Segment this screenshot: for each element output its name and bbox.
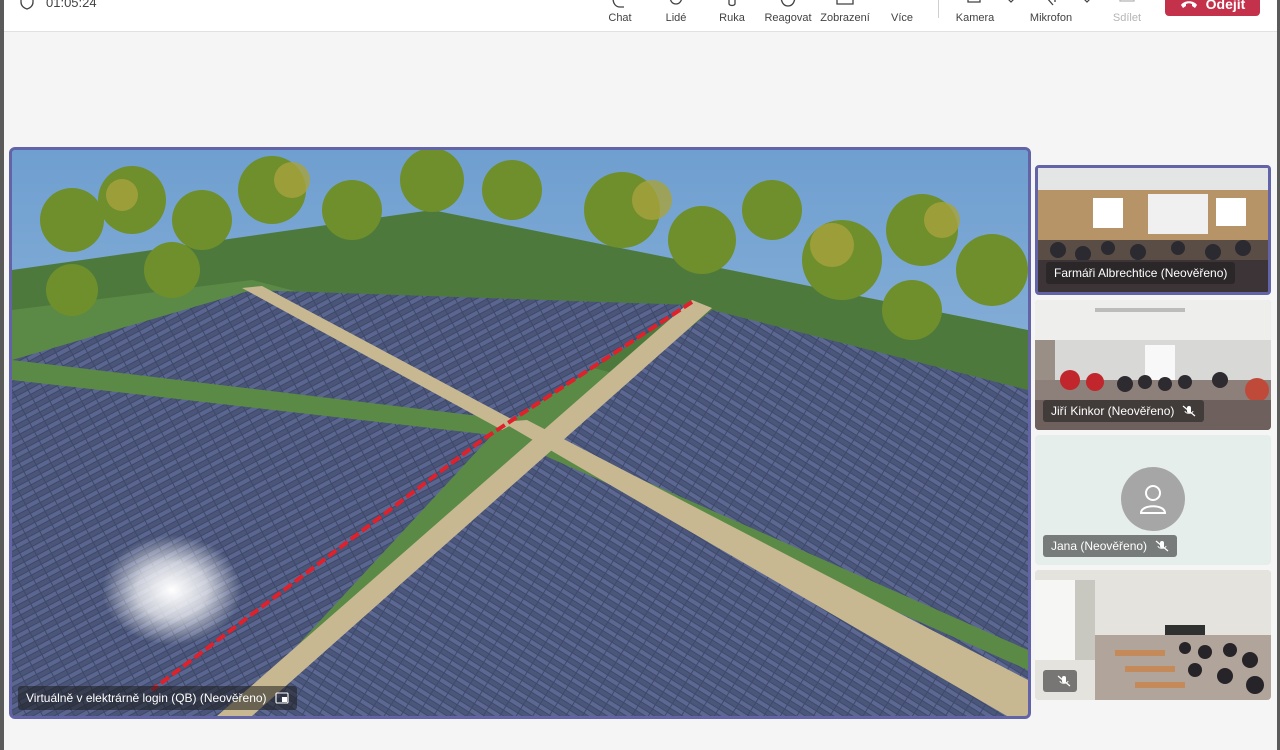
participant-tile-1[interactable]: Farmáři Albrechtice (Neověřeno) [1035, 165, 1271, 295]
leave-button[interactable]: Odejít [1165, 0, 1260, 16]
camera-label: Kamera [955, 12, 995, 24]
people-icon [669, 0, 683, 5]
react-button[interactable]: Reagovat [756, 0, 820, 28]
mic-off-icon [1182, 405, 1196, 417]
mic-label: Mikrofon [1029, 12, 1073, 24]
view-button[interactable]: Zobrazení [813, 0, 877, 28]
camera-button[interactable]: Kamera [943, 0, 1007, 28]
emoji-icon [780, 0, 796, 7]
microphone-button[interactable]: Mikrofon [1019, 0, 1083, 28]
chat-label: Chat [608, 12, 632, 24]
shield-icon [20, 0, 34, 10]
participant-name-2: Jiří Kinkor (Neověřeno) [1051, 404, 1175, 418]
window-frame-left [0, 0, 4, 750]
person-icon [1139, 485, 1167, 514]
chat-button[interactable]: Chat [588, 0, 652, 28]
timer-text: 01:05:24 [46, 0, 97, 10]
meeting-toolbar: 01:05:24 Chat Lidé Ruka Reagovat Zobraze… [4, 0, 1277, 32]
participant-label-2: Jiří Kinkor (Neověřeno) [1043, 400, 1205, 422]
participant-tile-3[interactable]: Jana (Neověřeno) [1035, 435, 1271, 565]
participant-name-1: Farmáři Albrechtice (Neověřeno) [1054, 266, 1228, 280]
chevron-down-icon[interactable] [1006, 0, 1016, 4]
chevron-down-icon[interactable] [1082, 0, 1092, 4]
pin-icon[interactable] [275, 692, 289, 704]
share-label: Sdílet [1112, 12, 1142, 24]
leave-label: Odejít [1205, 0, 1246, 12]
solar-farm-video [12, 150, 1028, 716]
main-video-tile[interactable]: Virtuálně v elektrárně login (QB) (Neově… [9, 147, 1031, 719]
stage-participant-label: Virtuálně v elektrárně login (QB) (Neově… [18, 686, 297, 710]
mic-off-icon [1057, 675, 1071, 687]
meeting-timer: 01:05:24 [20, 0, 97, 10]
chat-icon [612, 0, 624, 8]
hand-label: Ruka [719, 12, 745, 24]
people-label: Lidé [665, 12, 687, 24]
view-label: Zobrazení [820, 12, 870, 24]
avatar [1121, 467, 1185, 531]
share-icon [1119, 0, 1135, 2]
react-label: Reagovat [764, 12, 812, 24]
participant-label-1: Farmáři Albrechtice (Neověřeno) [1046, 262, 1236, 284]
mic-icon [1047, 0, 1056, 6]
toolbar-divider [938, 0, 939, 18]
mic-off-icon [1155, 540, 1169, 552]
hand-icon [728, 0, 736, 7]
participant-name-3: Jana (Neověřeno) [1051, 539, 1148, 553]
more-button[interactable]: Více [870, 0, 934, 28]
stage-participant-name: Virtuálně v elektrárně login (QB) (Neově… [26, 691, 267, 705]
people-button[interactable]: Lidé [644, 0, 708, 28]
participant-label-4 [1043, 670, 1077, 692]
camera-icon [967, 0, 981, 3]
share-button[interactable]: Sdílet [1095, 0, 1159, 28]
view-icon [836, 0, 854, 5]
more-label: Více [890, 12, 913, 24]
more-icon [892, 0, 912, 12]
phone-hangup-icon [1180, 1, 1197, 8]
raise-hand-button[interactable]: Ruka [700, 0, 764, 28]
participant-label-3: Jana (Neověřeno) [1043, 535, 1178, 557]
participant-tile-4[interactable] [1035, 570, 1271, 700]
participant-tile-2[interactable]: Jiří Kinkor (Neověřeno) [1035, 300, 1271, 430]
